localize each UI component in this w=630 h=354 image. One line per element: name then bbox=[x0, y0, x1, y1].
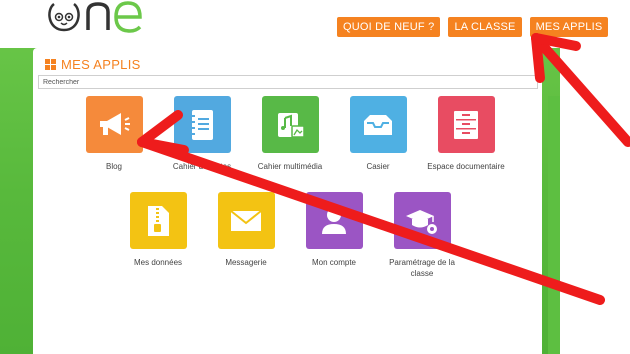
green-side-strip bbox=[548, 96, 560, 354]
envelope-icon bbox=[217, 192, 275, 249]
app-parametrage-classe[interactable]: Paramétrage de la classe bbox=[380, 192, 464, 279]
app-label: Mes données bbox=[133, 258, 183, 267]
zip-file-icon bbox=[129, 192, 187, 249]
app-label: Paramétrage de la classe bbox=[389, 258, 455, 278]
app-cahier-multimedia[interactable]: Cahier multimédia bbox=[248, 96, 332, 172]
search-input[interactable] bbox=[38, 75, 538, 89]
app-blog[interactable]: Blog bbox=[72, 96, 156, 172]
multimedia-icon bbox=[261, 96, 319, 153]
app-mes-donnees[interactable]: Mes données bbox=[116, 192, 200, 268]
inbox-tray-icon bbox=[349, 96, 407, 153]
app-casier[interactable]: Casier bbox=[336, 96, 420, 172]
app-mon-compte[interactable]: Mon compte bbox=[292, 192, 376, 268]
graduation-gear-icon bbox=[393, 192, 451, 249]
app-label: Blog bbox=[105, 162, 122, 171]
app-messagerie[interactable]: Messagerie bbox=[204, 192, 288, 268]
nav-la-classe[interactable]: LA CLASSE bbox=[447, 16, 523, 38]
app-label: Messagerie bbox=[225, 258, 267, 267]
user-icon bbox=[305, 192, 363, 249]
megaphone-icon bbox=[85, 96, 143, 153]
panel-title: MES APPLIS bbox=[61, 57, 141, 72]
nav-quoi-de-neuf[interactable]: QUOI DE NEUF ? bbox=[336, 16, 442, 38]
panel-heading: MES APPLIS bbox=[45, 57, 141, 72]
app-label: Cahier multimédia bbox=[257, 162, 323, 171]
app-label: Casier bbox=[366, 162, 390, 171]
top-nav: QUOI DE NEUF ? LA CLASSE MES APPLIS bbox=[336, 16, 610, 38]
app-label: Mon compte bbox=[311, 258, 357, 267]
app-cahier-de-textes[interactable]: Cahier de textes bbox=[160, 96, 244, 172]
one-logo[interactable] bbox=[44, 0, 162, 34]
filing-cabinet-icon bbox=[437, 96, 495, 153]
apps-panel: MES APPLIS Blog Cahier de textes bbox=[33, 48, 542, 354]
notebook-icon bbox=[173, 96, 231, 153]
app-espace-documentaire[interactable]: Espace documentaire bbox=[424, 96, 508, 172]
apps-grid-icon bbox=[45, 59, 56, 70]
nav-mes-applis[interactable]: MES APPLIS bbox=[528, 16, 610, 38]
app-label: Espace documentaire bbox=[427, 162, 505, 171]
app-label: Cahier de textes bbox=[172, 162, 232, 171]
